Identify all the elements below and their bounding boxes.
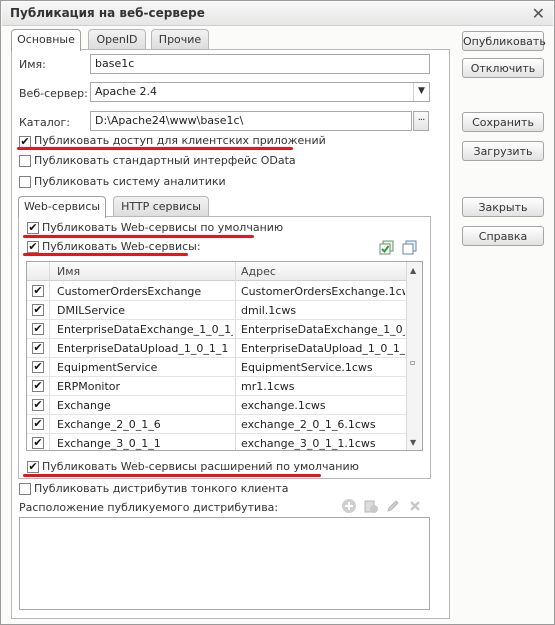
webserver-label: Веб-сервер: — [19, 87, 88, 100]
load-button[interactable]: Загрузить — [462, 141, 544, 161]
add-icon[interactable] — [341, 498, 357, 514]
row-checkbox[interactable]: ✔ — [32, 342, 44, 354]
copy-icon[interactable] — [363, 498, 379, 514]
row-checkbox[interactable]: ✔ — [32, 361, 44, 373]
highlight-underline — [23, 474, 321, 477]
tab-http-services[interactable]: HTTP сервисы — [113, 196, 209, 217]
analytics-label: Публиковать систему аналитики — [34, 175, 226, 188]
row-name: DMILService — [57, 304, 125, 317]
row-checkbox[interactable]: ✔ — [32, 380, 44, 392]
analytics-checkbox[interactable] — [19, 176, 31, 188]
save-button[interactable]: Сохранить — [462, 112, 544, 132]
table-row[interactable]: ✔ Exchange_3_0_1_1 exchange_3_0_1_1.1cws — [27, 434, 407, 450]
webserver-select[interactable]: Apache 2.4 ▼ — [90, 82, 430, 102]
web-services-table: Имя Адрес ✔ CustomerOrdersExchange Custo… — [26, 261, 423, 451]
publish-button[interactable]: Опубликовать — [462, 31, 546, 51]
default-ws-label: Публиковать Web-сервисы по умолчанию — [42, 221, 284, 234]
catalog-field[interactable]: D:\Apache24\www\base1c\ — [90, 111, 412, 131]
edit-icon[interactable] — [385, 498, 401, 514]
default-ws-checkbox[interactable]: ✔ — [27, 222, 39, 234]
odata-checkbox[interactable] — [19, 155, 31, 167]
table-scrollbar[interactable]: ▲ ▫ ▼ — [406, 262, 422, 450]
distribution-location-label: Расположение публикуемого дистрибутива: — [19, 501, 279, 514]
publication-dialog: Публикация на веб-сервере ✕ Основные Ope… — [0, 0, 555, 625]
row-checkbox[interactable]: ✔ — [32, 399, 44, 411]
tab-web-services[interactable]: Web-сервисы — [18, 196, 106, 218]
chevron-down-icon[interactable]: ▼ — [413, 83, 429, 101]
row-address: exchange.1cws — [241, 399, 326, 412]
row-address: CustomerOrdersExchange.1cws — [241, 285, 405, 298]
row-name: EquipmentService — [57, 361, 158, 374]
row-checkbox[interactable]: ✔ — [32, 304, 44, 316]
table-header: Имя Адрес — [27, 262, 407, 281]
extensions-ws-checkbox[interactable]: ✔ — [27, 461, 39, 473]
catalog-label: Каталог: — [19, 116, 70, 129]
row-address: mr1.1cws — [241, 380, 295, 393]
row-address: EquipmentService.1cws — [241, 361, 373, 374]
row-address: exchange_3_0_1_1.1cws — [241, 437, 376, 450]
uncheck-all-icon[interactable] — [402, 239, 418, 255]
row-address: EnterpriseDataExchange_1_0_1_1.1cws — [241, 323, 405, 336]
scroll-down-icon[interactable]: ▼ — [410, 438, 416, 447]
publish-ws-label: Публиковать Web-сервисы: — [42, 240, 201, 253]
table-row[interactable]: ✔ EnterpriseDataUpload_1_0_1_1 Enterpris… — [27, 339, 407, 358]
highlight-underline — [23, 253, 188, 256]
row-name: Exchange_3_0_1_1 — [57, 437, 161, 450]
row-checkbox[interactable]: ✔ — [32, 323, 44, 335]
row-address: exchange_2_0_1_6.1cws — [241, 418, 376, 431]
title-bar: Публикация на веб-сервере ✕ — [2, 2, 553, 26]
row-checkbox[interactable]: ✔ — [32, 418, 44, 430]
unpublish-button[interactable]: Отключить — [462, 58, 544, 78]
row-name: EnterpriseDataUpload_1_0_1_1 — [57, 342, 229, 355]
thin-client-label: Публиковать дистрибутив тонкого клиента — [34, 482, 289, 495]
name-field[interactable]: base1c — [90, 54, 430, 74]
row-checkbox[interactable]: ✔ — [32, 437, 44, 449]
delete-icon[interactable] — [407, 498, 423, 514]
thin-client-checkbox[interactable] — [19, 483, 31, 495]
distribution-location-field[interactable] — [19, 517, 430, 610]
row-name: ERPMonitor — [57, 380, 121, 393]
column-header-address[interactable]: Адрес — [241, 265, 276, 278]
webserver-value: Apache 2.4 — [95, 85, 158, 98]
row-name: EnterpriseDataExchange_1_0_1_1 — [57, 323, 233, 336]
table-row[interactable]: ✔ EquipmentService EquipmentService.1cws — [27, 358, 407, 377]
row-name: Exchange_2_0_1_6 — [57, 418, 161, 431]
help-button[interactable]: Справка — [462, 226, 544, 246]
browse-button[interactable]: ... — [413, 111, 429, 131]
row-name: Exchange — [57, 399, 111, 412]
table-row[interactable]: ✔ Exchange exchange.1cws — [27, 396, 407, 415]
client-apps-label: Публиковать доступ для клиентских прилож… — [34, 134, 326, 147]
close-icon[interactable]: ✕ — [532, 4, 545, 23]
tab-openid[interactable]: OpenID — [88, 29, 146, 50]
check-all-icon[interactable] — [379, 239, 395, 255]
column-header-name[interactable]: Имя — [57, 265, 80, 278]
highlight-underline — [17, 147, 293, 150]
scroll-up-icon[interactable]: ▲ — [410, 266, 416, 275]
tab-main[interactable]: Основные — [11, 29, 81, 51]
table-row[interactable]: ✔ CustomerOrdersExchange CustomerOrdersE… — [27, 282, 407, 301]
row-name: CustomerOrdersExchange — [57, 285, 202, 298]
row-checkbox[interactable]: ✔ — [32, 285, 44, 297]
window-title: Публикация на веб-сервере — [10, 6, 205, 20]
row-address: dmil.1cws — [241, 304, 297, 317]
odata-label: Публиковать стандартный интерфейс OData — [34, 154, 296, 167]
table-row[interactable]: ✔ Exchange_2_0_1_6 exchange_2_0_1_6.1cws — [27, 415, 407, 434]
publish-ws-checkbox[interactable]: ✔ — [27, 241, 39, 253]
table-row[interactable]: ✔ EnterpriseDataExchange_1_0_1_1 Enterpr… — [27, 320, 407, 339]
scroll-thumb-icon[interactable]: ▫ — [410, 358, 415, 367]
table-row[interactable]: ✔ DMILService dmil.1cws — [27, 301, 407, 320]
row-address: EnterpriseDataUpload_1_0_1_1.1cws — [241, 342, 405, 355]
name-label: Имя: — [19, 58, 46, 71]
highlight-underline — [23, 235, 254, 238]
tab-other[interactable]: Прочие — [151, 29, 209, 50]
close-button[interactable]: Закрыть — [462, 197, 544, 217]
table-row[interactable]: ✔ ERPMonitor mr1.1cws — [27, 377, 407, 396]
extensions-ws-label: Публиковать Web-сервисы расширений по ум… — [42, 460, 359, 473]
